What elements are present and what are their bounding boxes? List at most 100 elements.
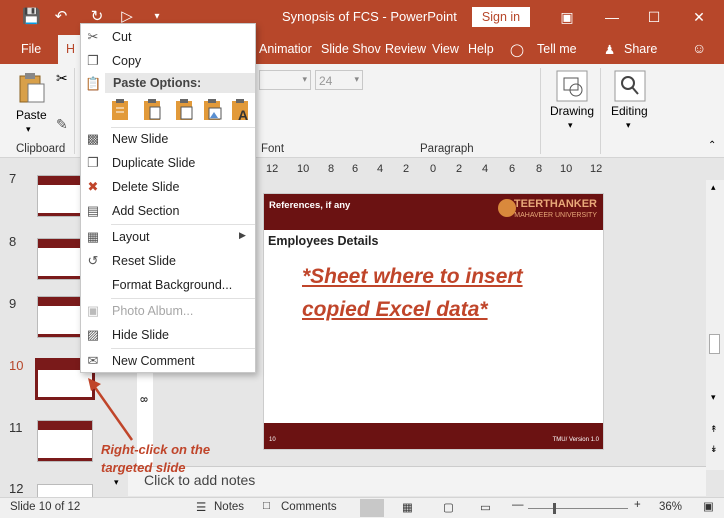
hide-slide-icon: ▨ <box>86 327 100 342</box>
minimize-icon[interactable]: — <box>601 6 623 28</box>
format-painter-icon[interactable]: ✎ <box>56 116 68 133</box>
vertical-scrollbar[interactable]: ▴ ▾ ↟ ↡ <box>706 180 724 470</box>
menu-item-format-background[interactable]: Format Background... <box>81 274 255 296</box>
tab-slide-show[interactable]: Slide Shov <box>321 42 381 56</box>
notes-button[interactable]: Notes <box>214 501 244 513</box>
lightbulb-icon[interactable]: ◯ <box>510 42 524 57</box>
scroll-thumb[interactable] <box>709 334 720 354</box>
menu-separator <box>111 348 255 349</box>
zoom-in-icon[interactable]: + <box>634 499 641 511</box>
slideshow-view-icon[interactable]: ▭ <box>480 500 491 514</box>
comments-button[interactable]: Comments <box>281 501 337 513</box>
paste-options-header: Paste Options: <box>105 73 255 93</box>
ribbon-divider <box>74 68 75 154</box>
notes-icon[interactable]: ☰ <box>196 500 206 514</box>
slide-number: 12 <box>9 481 24 496</box>
zoom-level[interactable]: 36% <box>659 501 682 513</box>
context-menu: ✂ Cut ❐ Copy 📋 Paste Options: A ▩ New Sl… <box>80 23 256 373</box>
tab-view[interactable]: View <box>432 42 459 56</box>
slide-sorter-icon[interactable]: ▦ <box>402 500 413 514</box>
font-size-box[interactable]: 24 ▾ <box>315 70 363 90</box>
paste-keep-source-formatting-icon[interactable] <box>141 98 163 122</box>
ribbon-divider <box>600 68 601 154</box>
slide-thumbnail[interactable] <box>37 484 93 498</box>
zoom-slider[interactable] <box>528 508 628 509</box>
reading-view-icon[interactable]: ▢ <box>443 500 454 514</box>
add-section-icon: ▤ <box>86 203 100 218</box>
font-size-dropdown-icon[interactable]: ▾ <box>354 74 359 85</box>
tab-help[interactable]: Help <box>468 42 494 56</box>
slide-footer-band: 10 TMU/ Version 1.0 <box>264 423 603 449</box>
slide-header-text: References, if any <box>269 200 351 211</box>
menu-separator <box>111 224 255 225</box>
menu-item-reset-slide[interactable]: ↺ Reset Slide <box>81 250 255 272</box>
slide-instruction-text[interactable]: *Sheet where to insert copied Excel data… <box>302 260 562 326</box>
previous-slide-icon[interactable]: ↟ <box>710 424 718 435</box>
clipboard-group-label: Clipboard <box>16 143 66 155</box>
editing-button[interactable]: Editing <box>611 104 648 118</box>
slide-footer-number: 10 <box>269 437 276 443</box>
menu-item-hide-slide[interactable]: ▨ Hide Slide <box>81 324 255 346</box>
drawing-icon[interactable] <box>556 70 588 102</box>
font-dropdown-icon[interactable]: ▾ <box>302 74 307 85</box>
editing-dropdown-icon[interactable]: ▾ <box>626 120 631 131</box>
paste-label[interactable]: Paste <box>16 108 47 122</box>
paste-dropdown-icon[interactable]: ▾ <box>26 124 31 135</box>
notes-pane[interactable]: Click to add notes <box>128 466 706 496</box>
close-icon[interactable]: ✕ <box>688 6 710 28</box>
tell-me-box[interactable]: Tell me <box>537 42 577 56</box>
normal-view-icon[interactable] <box>360 499 384 517</box>
share-button[interactable]: Share <box>624 42 657 56</box>
tab-review[interactable]: Review <box>385 42 426 56</box>
svg-text:A: A <box>238 107 248 122</box>
tab-file[interactable]: File <box>21 42 41 56</box>
comments-icon[interactable]: □ <box>263 500 270 512</box>
share-icon[interactable]: ♟ <box>604 42 615 57</box>
paste-embed-icon[interactable] <box>173 98 195 122</box>
slide-number: 9 <box>9 296 17 311</box>
university-logo: TEERTHANKER MAHAVEER UNIVERSITY <box>513 198 597 219</box>
paste-icon[interactable] <box>16 72 46 104</box>
paragraph-group-label: Paragraph <box>420 143 474 155</box>
smiley-icon[interactable]: ☺ <box>692 40 706 56</box>
next-slide-icon[interactable]: ↡ <box>710 444 718 455</box>
ribbon-display-icon[interactable]: ▣ <box>556 6 578 28</box>
menu-item-layout[interactable]: ▦ Layout ▶ <box>81 226 255 248</box>
slide-number: 11 <box>9 420 23 435</box>
collapse-ribbon-icon[interactable]: ⌃ <box>708 140 716 151</box>
editing-search-icon[interactable] <box>614 70 646 102</box>
paste-use-destination-theme-icon[interactable] <box>109 98 131 122</box>
menu-item-new-comment[interactable]: ✉ New Comment <box>81 350 255 372</box>
cut-icon: ✂ <box>87 29 99 44</box>
menu-item-duplicate-slide[interactable]: ❐ Duplicate Slide <box>81 152 255 174</box>
sign-in-button[interactable]: Sign in <box>472 7 530 27</box>
save-icon[interactable]: 💾 <box>22 8 41 26</box>
scroll-down-icon[interactable]: ▾ <box>711 392 716 403</box>
cut-small-icon[interactable]: ✂ <box>56 70 68 87</box>
menu-item-delete-slide[interactable]: ✖ Delete Slide <box>81 176 255 198</box>
paste-picture-icon[interactable] <box>201 98 223 122</box>
font-name-box[interactable]: ▾ <box>259 70 311 90</box>
zoom-slider-thumb[interactable] <box>553 503 556 514</box>
slide-canvas[interactable]: References, if any TEERTHANKER MAHAVEER … <box>263 193 604 450</box>
paste-text-only-icon[interactable]: A <box>229 98 251 122</box>
drawing-dropdown-icon[interactable]: ▾ <box>568 120 573 131</box>
new-comment-icon: ✉ <box>87 353 99 368</box>
drawing-button[interactable]: Drawing <box>550 104 594 118</box>
thumb-scroll-down-icon[interactable]: ▾ <box>114 477 119 488</box>
menu-item-add-section[interactable]: ▤ Add Section <box>81 200 255 222</box>
tab-animations[interactable]: Animatior <box>259 42 312 56</box>
undo-icon[interactable]: ↶ <box>52 8 70 26</box>
menu-item-copy[interactable]: ❐ Copy <box>81 50 255 72</box>
menu-item-cut[interactable]: ✂ Cut <box>81 26 255 48</box>
menu-item-new-slide[interactable]: ▩ New Slide <box>81 128 255 150</box>
zoom-out-icon[interactable]: — <box>512 499 524 511</box>
maximize-icon[interactable]: ☐ <box>643 6 665 28</box>
scroll-up-icon[interactable]: ▴ <box>711 182 716 193</box>
slide-title[interactable]: Employees Details <box>268 234 378 248</box>
new-slide-icon: ▩ <box>86 131 100 146</box>
fit-to-window-icon[interactable]: ▣ <box>703 499 714 513</box>
menu-item-photo-album: ▣ Photo Album... <box>86 303 194 318</box>
copy-icon: ❐ <box>87 53 99 68</box>
annotation-text: Right-click on the targeted slide <box>101 442 211 475</box>
